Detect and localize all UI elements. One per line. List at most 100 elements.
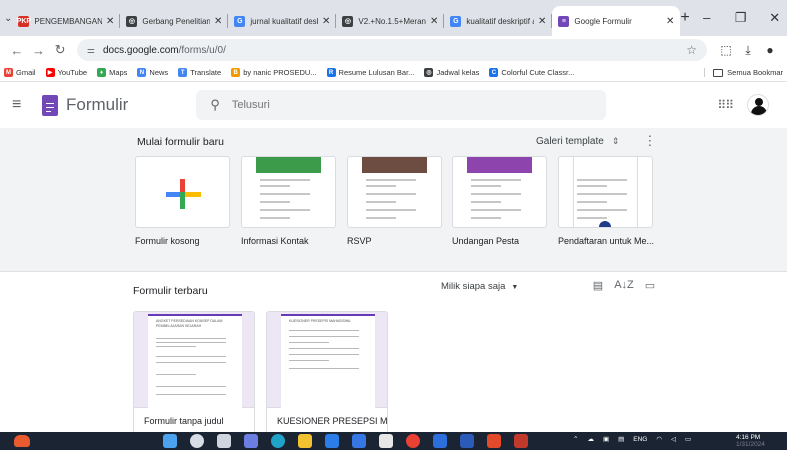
tray-overflow-icon[interactable]: ⌃ — [573, 435, 578, 443]
recent-form-card[interactable]: ANGKET PERSEDIAAN KONSEP DALAM PEMBELAJA… — [133, 311, 255, 435]
template-card[interactable]: Informasi Kontak — [241, 156, 336, 246]
google-apps-icon[interactable]: ⠿⠿ — [717, 98, 734, 112]
bookmark-label: News — [149, 68, 169, 77]
bookmark-item[interactable]: ♦ Maps — [97, 68, 127, 77]
bookmark-item[interactable]: M Gmail — [4, 68, 36, 77]
browser-tab[interactable]: Gjurnal kualitatif deskr ✕ — [228, 6, 337, 36]
form-thumbnail-heading: KUESIONER PRESEPSI MAHASISWA — [289, 319, 351, 323]
bookmark-star-icon[interactable]: ☆ — [686, 43, 697, 57]
clock[interactable]: 4:16 PM 1/31/2024 — [736, 434, 765, 448]
volume-icon[interactable]: ◁ — [671, 435, 676, 443]
owner-filter-dropdown[interactable]: Milik siapa saja ▼ — [441, 281, 518, 292]
app-icon[interactable] — [352, 434, 366, 448]
app-icon[interactable] — [487, 434, 501, 448]
bookmark-item[interactable]: ▶ YouTube — [45, 68, 88, 77]
battery-icon[interactable]: ▭ — [685, 435, 691, 443]
account-avatar[interactable] — [747, 94, 769, 116]
app-icon[interactable] — [514, 434, 528, 448]
open-file-picker-icon[interactable]: ▭ — [637, 279, 663, 292]
browser-tab[interactable]: ≡ Google Formulir ✕ — [552, 6, 681, 36]
form-thumbnail[interactable]: KUESIONER PRESEPSI MAHASISWA — [267, 312, 387, 408]
all-bookmarks-button[interactable]: Semua Bookmar — [704, 68, 783, 77]
tray-app-icon[interactable]: ▤ — [618, 435, 624, 443]
template-card[interactable]: Formulir kosong — [135, 156, 230, 246]
chat-icon[interactable] — [244, 434, 258, 448]
list-view-icon[interactable]: ▤ — [585, 279, 611, 292]
form-thumbnail[interactable]: ANGKET PERSEDIAAN KONSEP DALAM PEMBELAJA… — [134, 312, 254, 408]
template-card[interactable]: RSVP — [347, 156, 442, 246]
close-tab-icon[interactable]: ✕ — [322, 16, 330, 27]
taskbar-search-icon[interactable] — [190, 434, 204, 448]
back-icon[interactable]: ← — [6, 43, 28, 58]
app-name[interactable]: Formulir — [66, 95, 128, 115]
bookmark-item[interactable]: N News — [137, 68, 168, 77]
search-icon[interactable]: ⚲ — [210, 97, 220, 113]
bookmark-item[interactable]: Bby nanic PROSEDU... — [231, 68, 317, 77]
expand-collapse-icon[interactable]: ⇕ — [612, 136, 620, 147]
recent-form-card[interactable]: KUESIONER PRESEPSI MAHASISWA KUESIONER PR… — [266, 311, 388, 435]
close-window-button[interactable]: ✕ — [758, 10, 787, 26]
browser-tab[interactable]: PKPPENGEMBANGAN M ✕ — [12, 6, 121, 36]
language-indicator[interactable]: ENG — [633, 436, 647, 443]
bookmark-item[interactable]: T Translate — [178, 68, 221, 77]
task-view-icon[interactable] — [217, 434, 231, 448]
template-thumbnail[interactable] — [347, 156, 442, 228]
form-name: KUESIONER PRESEPSI MA... — [277, 416, 387, 426]
tray-app-icon[interactable]: ▣ — [603, 435, 609, 443]
forward-icon[interactable]: → — [28, 43, 50, 58]
url-field[interactable]: ⚌ docs.google.com/forms/u/0/ ☆ — [76, 39, 707, 61]
word-icon[interactable] — [460, 434, 474, 448]
download-icon[interactable]: ⤓ — [737, 43, 759, 58]
bookmark-label: YouTube — [57, 68, 88, 77]
template-thumbnail[interactable] — [241, 156, 336, 228]
minimize-button[interactable]: – — [690, 10, 724, 26]
start-icon[interactable] — [163, 434, 177, 448]
browser-tab[interactable]: ◎ Gerbang Penelitian ✕ — [120, 6, 229, 36]
bookmark-item[interactable]: ◎ Jadwal kelas — [424, 68, 479, 77]
template-gallery-label: Galeri template — [536, 135, 604, 147]
main-menu-icon[interactable]: ≡ — [12, 96, 32, 114]
more-options-icon[interactable]: ⋮ — [643, 133, 656, 149]
bookmark-item[interactable]: R Resume Lulusan Bar... — [326, 68, 414, 77]
restore-button[interactable]: ❐ — [724, 10, 758, 26]
bookmark-label: Gmail — [16, 68, 36, 77]
edge-icon[interactable] — [271, 434, 285, 448]
store-icon[interactable] — [325, 434, 339, 448]
template-thumbnail[interactable] — [558, 156, 653, 228]
reload-icon[interactable]: ↻ — [49, 42, 71, 58]
close-tab-icon[interactable]: ✕ — [666, 16, 674, 27]
chrome-icon[interactable] — [406, 434, 420, 448]
bookmark-item[interactable]: C Colorful Cute Classr... — [489, 68, 574, 77]
browser-tab[interactable]: Gkualitatif deskriptif a ✕ — [444, 6, 553, 36]
app-icon[interactable] — [433, 434, 447, 448]
template-card[interactable]: Pendaftaran untuk Me... — [558, 156, 654, 246]
sort-az-icon[interactable]: A↓Z — [611, 279, 637, 292]
close-tab-icon[interactable]: ✕ — [538, 16, 546, 27]
close-tab-icon[interactable]: ✕ — [214, 16, 222, 27]
app-icon[interactable] — [379, 434, 393, 448]
extensions-icon[interactable]: ⬚ — [715, 43, 737, 58]
cloud-icon[interactable]: ☁ — [587, 435, 594, 443]
close-tab-icon[interactable]: ✕ — [430, 16, 438, 27]
search-box[interactable]: ⚲ — [196, 90, 607, 120]
template-card[interactable]: Undangan Pesta — [452, 156, 547, 246]
search-input[interactable] — [231, 99, 532, 111]
tab-favicon-icon: ◎ — [342, 15, 354, 27]
tab-favicon-icon: ◎ — [126, 15, 138, 27]
wifi-icon[interactable]: ◠ — [656, 435, 662, 443]
template-gallery-button[interactable]: Galeri template ⇕ ⋮ — [536, 133, 656, 149]
profile-icon[interactable]: ● — [759, 43, 781, 58]
blank-form-plus-icon — [136, 157, 229, 227]
template-thumbnail[interactable] — [135, 156, 230, 228]
browser-tab[interactable]: ◎ V2.+No.1.5+Meranc ✕ — [336, 6, 445, 36]
tab-search-chevron-icon[interactable]: ⌄ — [4, 3, 12, 33]
clock-date: 1/31/2024 — [736, 441, 765, 448]
file-explorer-icon[interactable] — [298, 434, 312, 448]
site-info-icon[interactable]: ⚌ — [87, 45, 95, 56]
forms-logo-icon[interactable] — [42, 94, 58, 116]
template-thumbnail[interactable] — [452, 156, 547, 228]
browser-tab-strip: ⌄ PKPPENGEMBANGAN M ✕ ◎ Gerbang Penelitian ✕… — [0, 0, 787, 36]
new-tab-button[interactable]: + — [680, 3, 689, 33]
weather-icon[interactable] — [14, 435, 30, 447]
close-tab-icon[interactable]: ✕ — [106, 16, 114, 27]
